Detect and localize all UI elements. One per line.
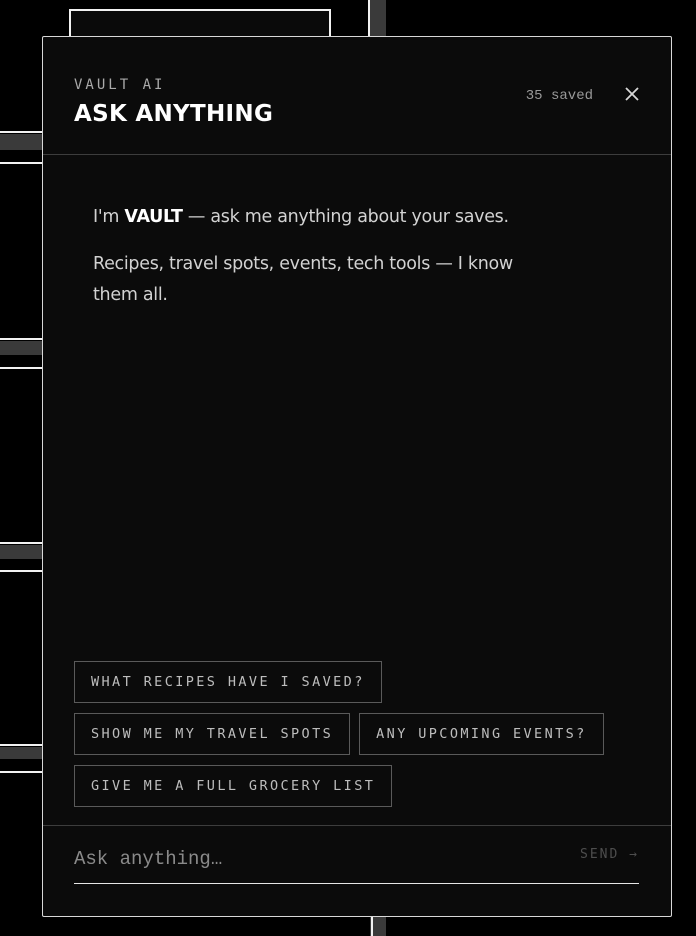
assistant-messages: I'm VAULT — ask me anything about your s… <box>93 202 533 311</box>
assistant-message-intro: I'm VAULT — ask me anything about your s… <box>93 202 533 233</box>
message-composer: SEND → <box>43 825 671 917</box>
background-strip <box>370 0 386 40</box>
suggestion-travel-spots[interactable]: SHOW ME MY TRAVEL SPOTS <box>74 713 351 755</box>
suggestion-upcoming-events[interactable]: ANY UPCOMING EVENTS? <box>359 713 604 755</box>
assistant-message-capabilities: Recipes, travel spots, events, tech tool… <box>93 254 513 305</box>
background-strip <box>0 747 44 759</box>
background-divider <box>0 542 44 544</box>
suggestion-grocery-list[interactable]: GIVE ME A FULL GROCERY LIST <box>74 765 393 807</box>
background-divider <box>0 744 44 746</box>
background-divider <box>0 570 44 572</box>
background-divider <box>371 916 373 936</box>
send-button[interactable]: SEND → <box>580 847 639 862</box>
background-strip <box>0 341 44 355</box>
suggestion-row: GIVE ME A FULL GROCERY LIST <box>74 765 654 807</box>
background-strip <box>0 545 44 559</box>
close-button[interactable] <box>623 85 641 103</box>
suggestion-row: WHAT RECIPES HAVE I SAVED? <box>74 661 654 703</box>
background-divider <box>368 0 370 40</box>
intro-suffix: — ask me anything about your saves. <box>182 207 509 227</box>
panel-header: VAULT AI ASK ANYTHING 35 saved <box>43 37 671 155</box>
suggested-prompts: WHAT RECIPES HAVE I SAVED? SHOW ME MY TR… <box>74 661 654 817</box>
background-divider <box>0 338 44 340</box>
suggestion-row: SHOW ME MY TRAVEL SPOTS ANY UPCOMING EVE… <box>74 713 654 755</box>
input-underline <box>74 883 639 884</box>
assistant-name: VAULT <box>124 207 183 227</box>
background-strip <box>0 134 44 150</box>
panel-eyebrow: VAULT AI <box>74 77 166 93</box>
background-divider <box>0 367 44 369</box>
suggestion-recipes[interactable]: WHAT RECIPES HAVE I SAVED? <box>74 661 382 703</box>
vault-ai-chat-panel: VAULT AI ASK ANYTHING 35 saved I'm VAULT… <box>42 36 672 917</box>
saved-count: 35 saved <box>525 88 593 104</box>
background-divider <box>0 131 44 133</box>
panel-title: ASK ANYTHING <box>74 101 274 127</box>
message-input[interactable] <box>74 840 574 878</box>
intro-prefix: I'm <box>93 207 125 227</box>
close-icon <box>625 87 639 101</box>
background-divider <box>0 771 44 773</box>
background-divider <box>0 162 44 164</box>
